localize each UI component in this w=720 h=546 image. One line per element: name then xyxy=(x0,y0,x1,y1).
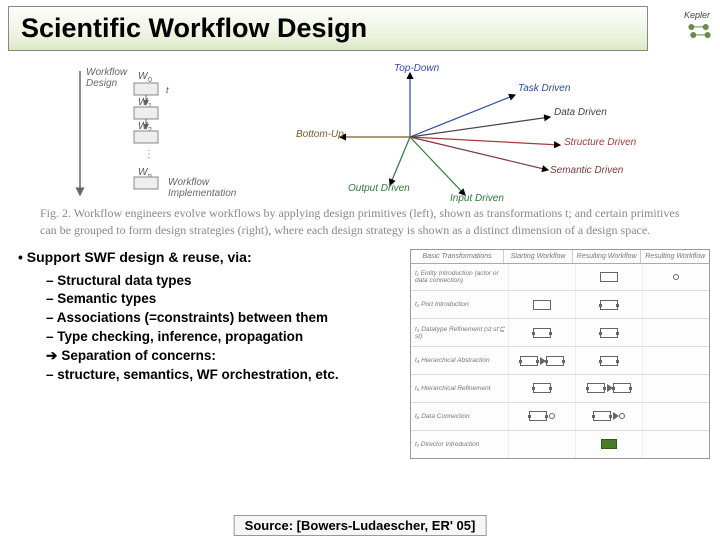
box-port-icon xyxy=(600,300,618,310)
box-port-icon xyxy=(600,328,618,338)
row-label: t₄ Hierarchical Abstraction xyxy=(411,347,509,374)
axis-top-down: Top-Down xyxy=(394,63,439,74)
box-port-icon xyxy=(533,383,551,393)
table-row: t₁ Entity Introduction (actor or data co… xyxy=(411,264,709,292)
page-title: Scientific Workflow Design xyxy=(8,6,648,51)
box-port-icon xyxy=(587,383,605,393)
bullet-item: Type checking, inference, propagation xyxy=(46,329,402,346)
bullet-item: Semantic types xyxy=(46,291,402,308)
axis-structure: Structure Driven xyxy=(564,137,636,148)
table-header: Basic Transformations xyxy=(411,250,504,263)
row-label: t₅ Hierarchical Refinement xyxy=(411,375,509,402)
row-label: t₃ Datatype Refinement (st st′⊑ st) xyxy=(411,319,509,346)
entity-dot-icon xyxy=(673,274,679,280)
box-port-icon xyxy=(600,356,618,366)
row-label: t₂ Port Introduction xyxy=(411,291,509,318)
table-header: Resulting Workflow xyxy=(573,250,642,263)
box-port-icon xyxy=(546,356,564,366)
axis-data: Data Driven xyxy=(554,107,607,118)
bullet-list: Support SWF design & reuse, via: Structu… xyxy=(18,249,402,459)
box-port-icon xyxy=(520,356,538,366)
row-label: t₁ Entity Introduction (actor or data co… xyxy=(411,264,509,291)
svg-text:t: t xyxy=(166,85,169,95)
lower-content: Support SWF design & reuse, via: Structu… xyxy=(0,249,720,459)
director-icon xyxy=(601,439,617,449)
figure-right-design-space: Top-Down Bottom-Up Task Driven Data Driv… xyxy=(300,65,680,195)
table-header-row: Basic Transformations Starting Workflow … xyxy=(411,250,709,264)
figure-left-workflow-chain: W0 t W1 W2 ⋮ Wn WorkflowDesign WorkflowI… xyxy=(60,65,260,195)
table-row: t₃ Datatype Refinement (st st′⊑ st) xyxy=(411,319,709,347)
axis-input: Input Driven xyxy=(450,193,504,204)
box-icon xyxy=(533,300,551,310)
entity-dot-icon xyxy=(619,413,625,419)
axis-output: Output Driven xyxy=(348,183,410,194)
box-port-icon xyxy=(613,383,631,393)
bullet-item: structure, semantics, WF orchestration, … xyxy=(46,367,402,384)
arrow-icon xyxy=(613,412,619,420)
table-row: t₅ Hierarchical Refinement xyxy=(411,375,709,403)
kepler-logo: Kepler ●─● ●─● xyxy=(684,10,710,38)
table-row: t₂ Port Introduction xyxy=(411,291,709,319)
entity-box-icon xyxy=(600,272,618,282)
figure-2: W0 t W1 W2 ⋮ Wn WorkflowDesign WorkflowI… xyxy=(0,51,720,201)
row-label: t₆ Data Connection xyxy=(411,403,509,430)
box-port-icon xyxy=(529,411,547,421)
title-text: Scientific Workflow Design xyxy=(21,13,367,43)
axis-task: Task Driven xyxy=(518,83,570,94)
table-header: Starting Workflow xyxy=(504,250,573,263)
row-label: t₇ Director Introduction xyxy=(411,431,509,458)
bullet-item: Associations (=constraints) between them xyxy=(46,310,402,327)
table-header: Resulting Workflow xyxy=(641,250,709,263)
source-citation: Source: [Bowers-Ludaescher, ER' 05] xyxy=(234,515,487,536)
axis-bottom-up: Bottom-Up xyxy=(296,129,344,140)
table-row: t₇ Director Introduction xyxy=(411,431,709,458)
table-row: t₄ Hierarchical Abstraction xyxy=(411,347,709,375)
figure-caption: Fig. 2. Workflow engineers evolve workfl… xyxy=(0,201,720,249)
workflow-impl-label: WorkflowImplementation xyxy=(168,177,236,199)
box-port-icon xyxy=(593,411,611,421)
axis-semantic: Semantic Driven xyxy=(550,165,623,176)
svg-text:⋮: ⋮ xyxy=(144,149,154,160)
transformations-table: Basic Transformations Starting Workflow … xyxy=(410,249,710,459)
table-row: t₆ Data Connection xyxy=(411,403,709,431)
logo-nodes-icon: ●─● ●─● xyxy=(687,22,710,38)
entity-dot-icon xyxy=(549,413,555,419)
bullet-item: Structural data types xyxy=(46,273,402,290)
bullet-item-arrow: Separation of concerns: xyxy=(46,348,402,365)
workflow-design-label: WorkflowDesign xyxy=(86,67,127,89)
bullet-main: Support SWF design & reuse, via: xyxy=(18,249,402,265)
box-port-icon xyxy=(533,328,551,338)
